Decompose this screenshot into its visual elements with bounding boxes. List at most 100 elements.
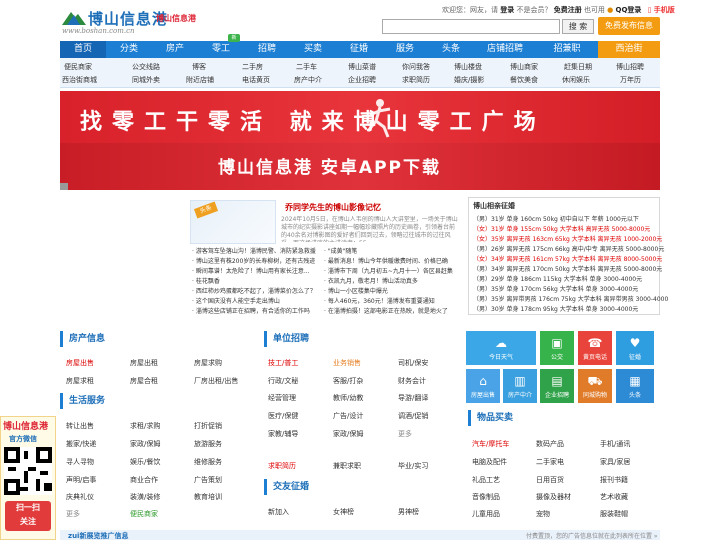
category-link[interactable]: 女神榜 bbox=[333, 507, 354, 517]
nav-item-dating[interactable]: 征婚 bbox=[336, 41, 382, 58]
category-link[interactable]: 打折促销 bbox=[194, 421, 222, 431]
category-link[interactable]: 装潢/装修 bbox=[130, 492, 160, 502]
nav-item-category[interactable]: 分类 bbox=[106, 41, 152, 58]
category-link[interactable]: 电脑及配件 bbox=[472, 457, 507, 467]
category-link[interactable]: 声明/启事 bbox=[66, 475, 96, 485]
news-item[interactable]: · 淄博市下周（九月初五~九月十一）各区县赶集 bbox=[324, 266, 453, 275]
shopping-tile[interactable]: ⛟ 同城购物 bbox=[578, 369, 612, 403]
featured-thumbnail[interactable]: 头条 bbox=[190, 200, 276, 244]
category-link[interactable]: 房屋求租 bbox=[66, 376, 94, 386]
dating-list-item[interactable]: （男）29岁 单身 186cm 115kg 大学本科 单身 3000-4000元 bbox=[473, 274, 642, 283]
category-link[interactable]: 教育培训 bbox=[194, 492, 222, 502]
sub-nav-item[interactable]: 万年历 bbox=[620, 75, 641, 85]
category-link[interactable]: 行政/文秘 bbox=[268, 376, 298, 386]
category-link[interactable]: 房屋求购 bbox=[194, 358, 222, 368]
more-link[interactable]: 更多 bbox=[66, 509, 80, 519]
nav-item-odd-jobs[interactable]: 零工 bbox=[198, 41, 244, 58]
category-link[interactable]: 财务会计 bbox=[398, 376, 426, 386]
news-item[interactable]: · 这个国庆没有人能空手走出博山 bbox=[192, 296, 280, 305]
category-link[interactable]: 寻人寻物 bbox=[66, 457, 94, 467]
category-link[interactable]: 艺术收藏 bbox=[600, 492, 628, 502]
category-link[interactable]: 房屋出售 bbox=[66, 358, 94, 368]
banner-prev-arrow[interactable] bbox=[60, 183, 68, 190]
dating-list-item[interactable]: （女）35岁 离异无孩 163cm 65kg 大学本科 离异无孩 1000-20… bbox=[473, 234, 662, 243]
sub-nav-item[interactable]: 餐饮美食 bbox=[510, 75, 538, 85]
nav-item-trade[interactable]: 买卖 bbox=[290, 41, 336, 58]
nav-item-recruit[interactable]: 招聘 bbox=[244, 41, 290, 58]
sub-nav-item[interactable]: 博山商家 bbox=[510, 62, 538, 72]
sub-nav-item[interactable]: 二手房 bbox=[242, 62, 263, 72]
category-link[interactable]: 客服/打杂 bbox=[333, 376, 363, 386]
category-link[interactable]: 房屋出租 bbox=[130, 358, 158, 368]
category-link[interactable]: 兼职求职 bbox=[333, 461, 361, 471]
category-link[interactable]: 家教/辅导 bbox=[268, 429, 298, 439]
headline-tile[interactable]: ▦ 头条 bbox=[616, 369, 654, 403]
category-link[interactable]: 毕业/实习 bbox=[398, 461, 428, 471]
sub-nav-item[interactable]: 二手车 bbox=[296, 62, 317, 72]
sub-nav-item[interactable]: 求职简历 bbox=[402, 75, 430, 85]
category-link[interactable]: 娱乐/餐饮 bbox=[130, 457, 160, 467]
category-link[interactable]: 儿童用品 bbox=[472, 509, 500, 519]
category-link[interactable]: 家具/家居 bbox=[600, 457, 630, 467]
category-link[interactable]: 维修服务 bbox=[194, 457, 222, 467]
news-item[interactable]: · 每人460元，360元！淄博发布重要通知 bbox=[324, 296, 435, 305]
sub-nav-item[interactable]: 便民商家 bbox=[64, 62, 92, 72]
dating-list-item[interactable]: （男）35岁 离异带男孩 176cm 75kg 大学本科 离异带男孩 3000-… bbox=[473, 294, 668, 303]
mobile-link[interactable]: 手机版 bbox=[654, 6, 675, 14]
more-link[interactable]: 更多 bbox=[398, 429, 412, 439]
search-input[interactable] bbox=[382, 19, 560, 34]
yellow-pages-tile[interactable]: ☎ 黄页电话 bbox=[578, 331, 612, 365]
news-item[interactable]: · 瞬间靠谱！太危险了！博山用有家长注意... bbox=[192, 266, 310, 275]
dating-list-item[interactable]: （男）26岁 离异无孩 175cm 66kg 高中/中专 离异无孩 5000-8… bbox=[473, 244, 664, 253]
news-item[interactable]: · 淄博这些店铺正在招聘，有合适你的工作吗 bbox=[192, 306, 310, 315]
nav-item-xizhi-street[interactable]: 西治街 bbox=[598, 41, 660, 58]
sub-nav-item[interactable]: 休闲娱乐 bbox=[562, 75, 590, 85]
banner-app-download[interactable]: 博山信息港 安卓APP下载 bbox=[60, 143, 660, 190]
scan-follow-button[interactable]: 扫一扫 关注 bbox=[5, 501, 51, 531]
post-info-button[interactable]: 免费发布信息 bbox=[598, 17, 660, 35]
sub-nav-item[interactable]: 附近店铺 bbox=[186, 75, 214, 85]
search-button[interactable]: 搜 索 bbox=[562, 19, 594, 34]
company-recruit-tile[interactable]: ▤ 企业招聘 bbox=[540, 369, 574, 403]
nav-item-part-time[interactable]: 招兼职 bbox=[536, 41, 598, 58]
sub-nav-item[interactable]: 电话黄页 bbox=[242, 75, 270, 85]
category-link[interactable]: 广告/设计 bbox=[333, 411, 363, 421]
house-sale-tile[interactable]: ⌂ 房屋出售 bbox=[466, 369, 500, 403]
news-item[interactable]: · 博山这里有株200岁的长寿柳树，还有古残迹 bbox=[192, 256, 315, 265]
category-link[interactable]: 礼品工艺 bbox=[472, 475, 500, 485]
sub-nav-item[interactable]: 房产中介 bbox=[294, 75, 322, 85]
category-link[interactable]: 便民商家 bbox=[130, 509, 158, 519]
footer-right-note[interactable]: 付费置顶，您的广告信息位就在此列表所在位置 » bbox=[526, 531, 658, 540]
category-link[interactable]: 手机/通讯 bbox=[600, 439, 630, 449]
dating-list-item[interactable]: （男）30岁 单身 178cm 95kg 大学本科 单身 3000-4000元 bbox=[473, 304, 638, 313]
sub-nav-item[interactable]: 同城外卖 bbox=[132, 75, 160, 85]
section-house-title[interactable]: 房产信息 bbox=[60, 331, 105, 347]
dating-list-item[interactable]: （男）35岁 单身 170cm 56kg 大学本科 单身 3000-4000元 bbox=[473, 284, 638, 293]
dating-list-item[interactable]: （男）34岁 离异无孩 170cm 50kg 大学本科 离异无孩 5000-80… bbox=[473, 264, 662, 273]
category-link[interactable]: 数码产品 bbox=[536, 439, 564, 449]
dating-list-item[interactable]: （女）34岁 离异无孩 161cm 57kg 大学本科 离异无孩 8000-50… bbox=[473, 254, 662, 263]
footer-left-title[interactable]: zui新展览推广信息 bbox=[68, 531, 128, 540]
nav-item-service[interactable]: 服务 bbox=[382, 41, 428, 58]
sub-nav-item[interactable]: 博客 bbox=[192, 62, 206, 72]
house-agency-tile[interactable]: ▥ 房产中介 bbox=[503, 369, 537, 403]
banner-odd-jobs[interactable]: 找零工干零活 就来博山零工广场 bbox=[60, 91, 660, 143]
category-link[interactable]: 转让出售 bbox=[66, 421, 94, 431]
sub-nav-item[interactable]: 西治街商城 bbox=[62, 75, 97, 85]
section-recruit-title[interactable]: 单位招聘 bbox=[264, 331, 309, 347]
register-link[interactable]: 免费注册 bbox=[554, 6, 582, 14]
category-link[interactable]: 厂房出租/出售 bbox=[194, 376, 238, 386]
bus-tile[interactable]: ▣ 公交 bbox=[540, 331, 574, 365]
category-link[interactable]: 房屋合租 bbox=[130, 376, 158, 386]
sub-nav-item[interactable]: 你问我答 bbox=[402, 62, 430, 72]
qq-login-link[interactable]: QQ登录 bbox=[616, 6, 642, 14]
category-link[interactable]: 日用百货 bbox=[536, 475, 564, 485]
sub-nav-item[interactable]: 婚庆/摄影 bbox=[454, 75, 484, 85]
category-link[interactable]: 家政/保姆 bbox=[333, 429, 363, 439]
category-link[interactable]: 服装鞋帽 bbox=[600, 509, 628, 519]
sub-nav-item[interactable]: 企业招聘 bbox=[348, 75, 376, 85]
category-link[interactable]: 教师/幼教 bbox=[333, 393, 363, 403]
category-link[interactable]: 报刊书籍 bbox=[600, 475, 628, 485]
dating-list-item[interactable]: （男）31岁 单身 160cm 50kg 初中自以下 年薪 1000元以下 bbox=[473, 214, 639, 223]
news-item[interactable]: · 衣凯九月，敬老月！博山活动真多 bbox=[324, 276, 418, 285]
